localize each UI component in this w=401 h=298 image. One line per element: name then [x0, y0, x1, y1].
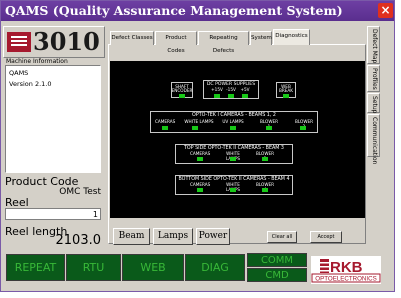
beams-1-2-uv-lamps-led — [230, 126, 236, 130]
dc-power-15v-led — [214, 94, 220, 98]
status-cmd: CMD — [247, 268, 307, 282]
tab-repeating-defects[interactable]: Repeating Defects — [198, 31, 249, 54]
machine-info-label: Machine Information — [6, 58, 68, 65]
dc-power-neg15v-label: -15V — [226, 87, 236, 92]
lamps-button[interactable]: Lamps — [153, 228, 193, 245]
beam-4-cameras-led — [197, 188, 203, 192]
beam-3-cameras-led — [197, 157, 203, 161]
side-tab-defect-map[interactable]: Defect Map — [367, 26, 380, 64]
side-tab-profiles-label: Profiles — [371, 68, 378, 90]
power-button[interactable]: Power — [196, 228, 230, 245]
machine-info-box: QAMS Version 2.1.0 — [5, 65, 101, 173]
side-tab-setup-label: Setup — [371, 96, 378, 114]
side-tab-profiles[interactable]: Profiles — [367, 65, 380, 92]
reel-field[interactable]: 1 — [5, 208, 101, 220]
beams-1-2-uv-lamps-label: UV LAMPS — [222, 119, 244, 124]
side-tab-setup[interactable]: Setup — [367, 93, 380, 113]
machine-info-line: Version 2.1.0 — [9, 80, 52, 88]
machine-info-line: QAMS — [9, 69, 29, 77]
tab-diagnostics[interactable]: Diagnostics — [273, 29, 310, 45]
title-bar: QAMS (Quality Assurance Management Syste… — [1, 1, 394, 21]
window-title: QAMS (Quality Assurance Management Syste… — [5, 3, 343, 18]
side-tab-defect-map-label: Defect Map — [371, 29, 378, 64]
beam-4-blower-4-led — [262, 188, 268, 192]
beam-button[interactable]: Beam — [113, 228, 150, 245]
status-diag: DIAG — [185, 254, 245, 281]
shaft-encoder-led — [179, 94, 185, 98]
tab-defect-classes[interactable]: Defect Classes — [110, 31, 154, 45]
beam-4-white-lamps-led — [230, 188, 236, 192]
shaft-encoder-label-2: ENCODER — [171, 88, 193, 93]
close-button[interactable]: × — [378, 3, 393, 18]
reel-length-value: 2103.0 — [55, 233, 102, 248]
beam-3-blower-3-led — [262, 157, 268, 161]
tab-product-codes[interactable]: Product Codes — [155, 31, 197, 54]
beam-4-cameras-label: CAMERAS — [190, 182, 211, 187]
beams-1-2-white-lamps-label: WHITE LAMPS — [184, 119, 214, 124]
dc-power-15v-label: +15V — [211, 87, 223, 92]
rkb-logo-mark: RKB OPTOELECTRONICS — [311, 259, 381, 283]
beams-1-2-cameras-label: CAMERAS — [155, 119, 176, 124]
dc-power-5v-label: +5V — [240, 87, 250, 92]
web-break-label-2: BREAK — [278, 88, 294, 93]
status-comm: COMM — [247, 253, 307, 267]
tab-system[interactable]: System — [250, 31, 272, 45]
roto-logo-icon — [7, 32, 31, 52]
side-tab-communication[interactable]: Communication — [367, 114, 380, 164]
web-break-led — [283, 94, 289, 98]
dc-power-5v-led — [242, 94, 248, 98]
status-web: WEB — [122, 254, 184, 281]
clear-all-button[interactable]: Clear all — [267, 231, 297, 243]
rkb-logo-name: RKB — [330, 259, 363, 276]
accept-button[interactable]: Accept — [310, 231, 342, 243]
rkb-logo-sub: OPTOELECTRONICS — [315, 276, 376, 283]
model-number: 3010 — [33, 27, 100, 56]
beam-3-cameras-label: CAMERAS — [190, 151, 211, 156]
beam-3-white-lamps-led — [230, 157, 236, 161]
beams-1-2-blower-1-led — [266, 126, 272, 130]
status-rtu: RTU — [66, 254, 121, 281]
beams-1-2-title: OPTO-TEK I CAMERAS - BEAMS 1, 2 — [192, 113, 276, 118]
beams-1-2-cameras-led — [162, 126, 168, 130]
status-repeat: REPEAT — [6, 254, 65, 281]
dc-power-neg15v-led — [228, 94, 234, 98]
beams-1-2-blower-2-led — [300, 126, 306, 130]
rkb-logo: RKB OPTOELECTRONICS — [311, 256, 381, 284]
beams-1-2-white-lamps-led — [192, 126, 198, 130]
side-tab-communication-label: Communication — [371, 117, 378, 165]
